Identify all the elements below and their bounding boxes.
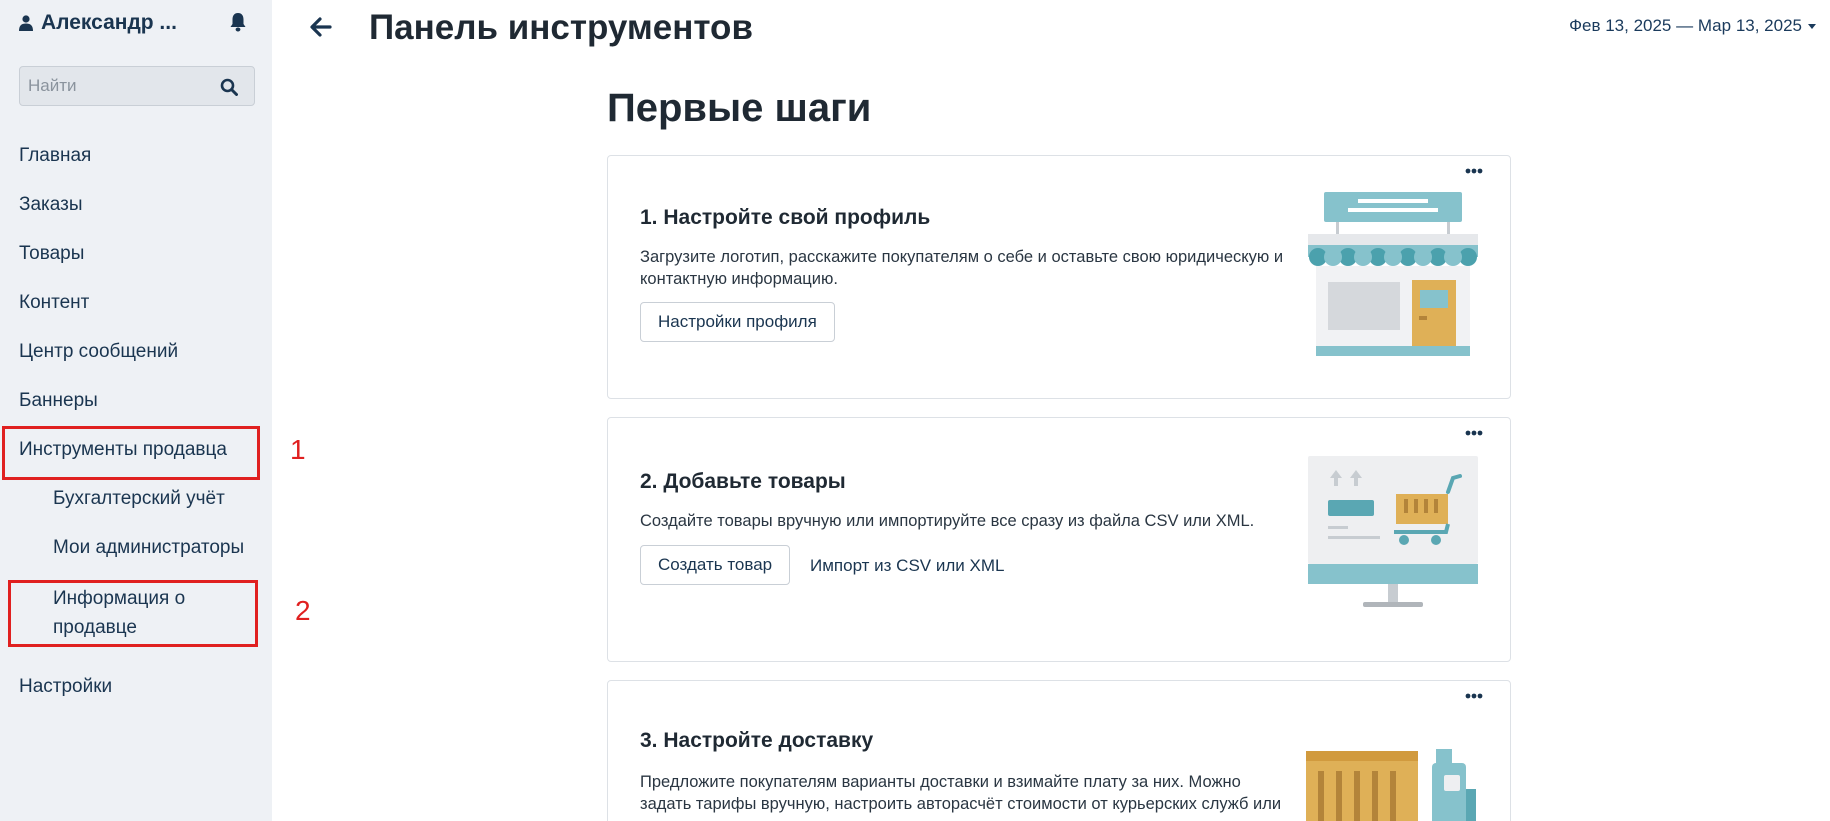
bell-icon[interactable] (229, 12, 247, 32)
more-options-icon[interactable] (1464, 691, 1484, 701)
more-options-icon[interactable] (1464, 166, 1484, 176)
annotation-box-1 (2, 426, 260, 480)
section-title: Первые шаги (607, 86, 872, 130)
annotation-box-2 (8, 580, 258, 647)
sidebar-item-settings[interactable]: Настройки (19, 676, 112, 698)
search-field[interactable] (19, 66, 255, 106)
user-name: Александр ... (41, 11, 177, 34)
getting-started-card: 1. Настройте свой профиль Загрузите лого… (607, 155, 1511, 399)
card-title: 3. Настройте доставку (640, 729, 874, 752)
create-product-button[interactable]: Создать товар (640, 545, 791, 585)
search-input[interactable] (28, 75, 208, 97)
back-arrow-icon[interactable] (310, 16, 332, 38)
import-csv-xml-link[interactable]: Импорт из CSV или XML (810, 556, 1004, 576)
date-range-picker[interactable]: Фев 13, 2025 — Мар 13, 2025 (1569, 16, 1816, 36)
search-icon[interactable] (220, 78, 238, 96)
date-range-label: Фев 13, 2025 — Мар 13, 2025 (1569, 16, 1802, 35)
sidebar-item-accounting[interactable]: Бухгалтерский учёт (53, 488, 225, 510)
sidebar-item-content[interactable]: Контент (19, 292, 89, 314)
user-icon (19, 15, 33, 31)
annotation-number-2: 2 (295, 595, 311, 626)
sidebar-item-home[interactable]: Главная (19, 145, 91, 167)
sidebar-item-banners[interactable]: Баннеры (19, 390, 98, 412)
sidebar-item-orders[interactable]: Заказы (19, 194, 83, 216)
sidebar-item-admins[interactable]: Мои администраторы (53, 537, 244, 559)
monitor-cart-icon (1308, 456, 1478, 607)
card-description: Предложите покупателям варианты доставки… (640, 773, 1282, 821)
annotation-number-1: 1 (290, 434, 306, 465)
sidebar: Александр ... Главная Заказы Товары Конт… (0, 0, 272, 821)
getting-started-card: 2. Добавьте товары Создайте товары вручн… (607, 417, 1511, 662)
profile-settings-button[interactable]: Настройки профиля (640, 302, 835, 342)
sidebar-item-messages[interactable]: Центр сообщений (19, 341, 178, 363)
store-front-icon (1308, 192, 1478, 356)
page-title: Панель инструментов (369, 8, 753, 47)
getting-started-card: 3. Настройте доставку Предложите покупат… (607, 680, 1511, 821)
card-title: 2. Добавьте товары (640, 470, 846, 493)
user-menu[interactable]: Александр ... (19, 10, 251, 36)
more-options-icon[interactable] (1464, 428, 1484, 438)
card-description: Загрузите логотип, расскажите покупателя… (640, 248, 1284, 288)
card-title: 1. Настройте свой профиль (640, 206, 931, 229)
card-description: Создайте товары вручную или импортируйте… (640, 512, 1255, 530)
sidebar-item-products[interactable]: Товары (19, 243, 84, 265)
chevron-down-icon (1808, 23, 1816, 29)
delivery-truck-icon (1306, 749, 1476, 821)
